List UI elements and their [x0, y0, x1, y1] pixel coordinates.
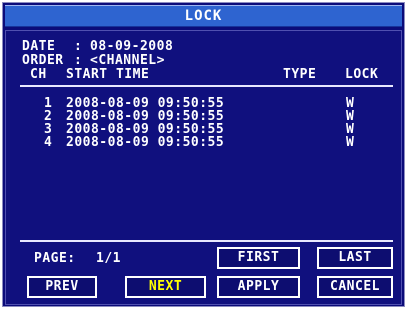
date-colon: :: [74, 39, 83, 54]
first-button[interactable]: FIRST: [217, 247, 300, 269]
title-bar: LOCK: [5, 5, 402, 27]
footer-divider: [20, 240, 393, 242]
apply-button[interactable]: APPLY: [217, 276, 300, 298]
page-label: PAGE:: [34, 251, 76, 266]
date-label: DATE: [22, 39, 56, 54]
header-ch: CH: [30, 67, 47, 82]
header-lock: LOCK: [345, 67, 379, 82]
header-divider: [20, 85, 393, 87]
last-button[interactable]: LAST: [317, 247, 393, 269]
row-ch: 4: [44, 135, 53, 150]
row-start-time: 2008-08-09 09:50:55: [66, 135, 225, 150]
row-lock: W: [346, 135, 355, 150]
order-value[interactable]: <CHANNEL>: [90, 54, 165, 67]
date-value: 08-09-2008: [90, 39, 174, 54]
order-colon: :: [74, 53, 83, 68]
dialog-title: LOCK: [184, 8, 223, 24]
cancel-button[interactable]: CANCEL: [317, 276, 393, 298]
header-type: TYPE: [283, 67, 317, 82]
prev-button[interactable]: PREV: [27, 276, 97, 298]
header-start-time: START TIME: [66, 67, 150, 82]
page-value: 1/1: [96, 251, 121, 266]
order-label: ORDER: [22, 53, 64, 68]
next-button[interactable]: NEXT: [125, 276, 206, 298]
